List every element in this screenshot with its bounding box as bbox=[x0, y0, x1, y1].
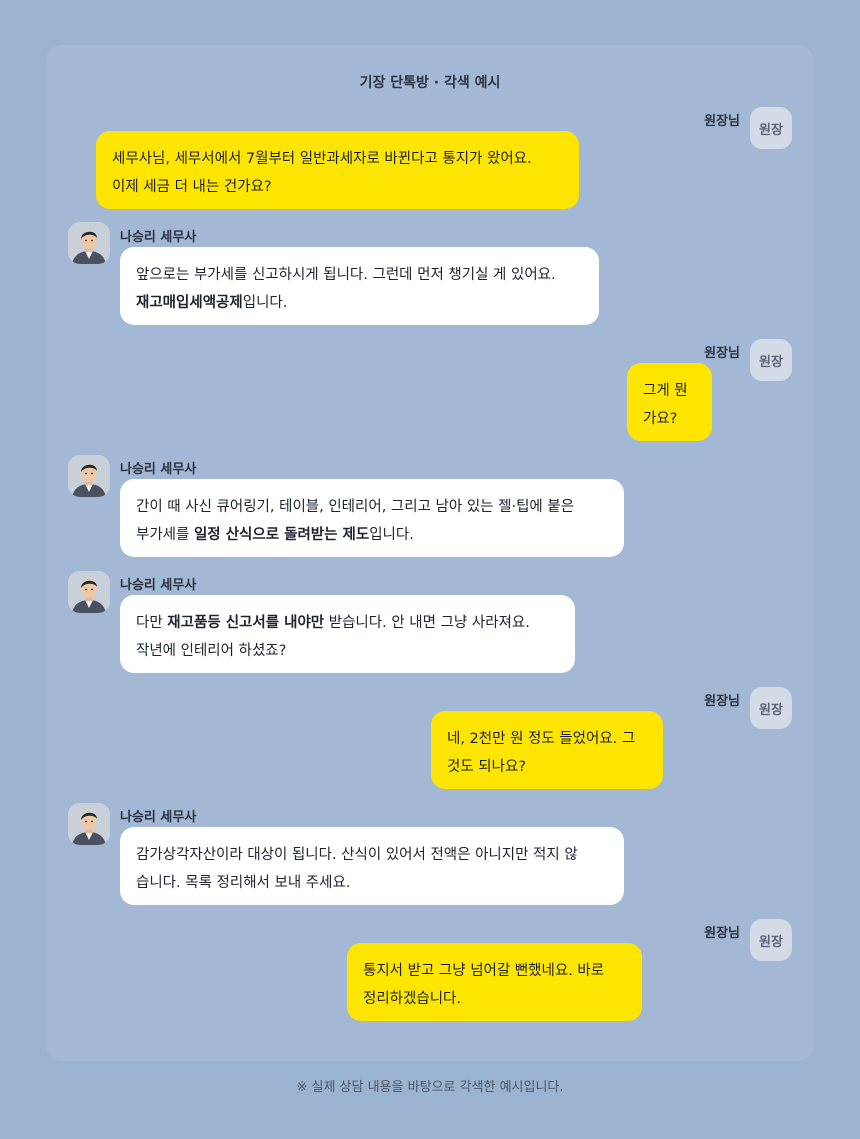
message-line: 정리하겠습니다. bbox=[363, 985, 626, 1013]
message-line: 통지서 받고 그냥 넘어갈 뻔했네요. 바로 bbox=[363, 957, 626, 985]
avatar-owner[interactable]: 원장 bbox=[750, 919, 792, 961]
message-line: 부가세를 일정 산식으로 돌려받는 제도입니다. bbox=[136, 521, 608, 549]
sender-name-owner: 원장님 bbox=[704, 346, 740, 361]
message-bubble-owner: 네, 2천만 원 정도 들었어요. 그것도 되나요? bbox=[431, 711, 663, 789]
message-text: 그게 뭔 bbox=[643, 383, 688, 399]
message-text: 네, 2천만 원 정도 들었어요. 그 bbox=[447, 731, 636, 747]
message-text: 감가상각자산이라 대상이 됩니다. 산식이 있어서 전액은 아니지만 적지 않 bbox=[136, 847, 578, 863]
avatar-accountant[interactable] bbox=[68, 571, 110, 613]
message-text: 입니다. bbox=[369, 527, 414, 543]
message-line: 세무사님, 세무서에서 7월부터 일반과세자로 바뀐다고 통지가 왔어요. bbox=[112, 145, 563, 173]
message-line: 재고매입세액공제입니다. bbox=[136, 289, 583, 317]
sender-name-owner: 원장님 bbox=[704, 694, 740, 709]
message-text: 이제 세금 더 내는 건가요? bbox=[112, 179, 272, 195]
message-text: 정리하겠습니다. bbox=[363, 991, 461, 1007]
message-bubble-accountant: 감가상각자산이라 대상이 됩니다. 산식이 있어서 전액은 아니지만 적지 않습… bbox=[120, 827, 624, 905]
message-text: 세무사님, 세무서에서 7월부터 일반과세자로 바뀐다고 통지가 왔어요. bbox=[112, 151, 532, 167]
sender-name-owner: 원장님 bbox=[704, 114, 740, 129]
message-text: 간이 때 사신 큐어링기, 테이블, 인테리어, 그리고 남아 있는 젤·팁에 … bbox=[136, 499, 575, 515]
message-text: 가요? bbox=[643, 411, 678, 427]
message-text-emphasis: 일정 산식으로 돌려받는 제도 bbox=[193, 527, 370, 543]
message-text: 받습니다. 안 내면 그냥 사라져요. bbox=[324, 615, 530, 631]
avatar-accountant[interactable] bbox=[68, 803, 110, 845]
message-line: 작년에 인테리어 하셨죠? bbox=[136, 637, 559, 665]
avatar-accountant[interactable] bbox=[68, 455, 110, 497]
avatar-owner[interactable]: 원장 bbox=[750, 687, 792, 729]
message-text: 앞으로는 부가세를 신고하시게 됩니다. 그런데 먼저 챙기실 게 있어요. bbox=[136, 267, 556, 283]
message-text-emphasis: 재고품등 신고서를 내야만 bbox=[167, 615, 325, 631]
message-text: 입니다. bbox=[242, 295, 288, 311]
sender-name-accountant: 나승리 세무사 bbox=[120, 578, 197, 593]
avatar-owner[interactable]: 원장 bbox=[750, 339, 792, 381]
sender-name-accountant: 나승리 세무사 bbox=[120, 230, 197, 245]
message-bubble-owner: 세무사님, 세무서에서 7월부터 일반과세자로 바뀐다고 통지가 왔어요. 이제 … bbox=[96, 131, 579, 209]
message-text: 통지서 받고 그냥 넘어갈 뻔했네요. 바로 bbox=[363, 963, 605, 979]
message-line: 습니다. 목록 정리해서 보내 주세요. bbox=[136, 869, 608, 897]
avatar-accountant[interactable] bbox=[68, 222, 110, 264]
message-text: 부가세를 bbox=[136, 527, 194, 543]
message-line: 네, 2천만 원 정도 들었어요. 그 bbox=[447, 725, 647, 753]
message-bubble-owner: 통지서 받고 그냥 넘어갈 뻔했네요. 바로정리하겠습니다. bbox=[347, 943, 642, 1021]
message-text: 습니다. 목록 정리해서 보내 주세요. bbox=[136, 875, 351, 891]
message-bubble-owner: 그게 뭔가요? bbox=[627, 363, 712, 441]
message-line: 감가상각자산이라 대상이 됩니다. 산식이 있어서 전액은 아니지만 적지 않 bbox=[136, 841, 608, 869]
message-bubble-accountant: 앞으로는 부가세를 신고하시게 됩니다. 그런데 먼저 챙기실 게 있어요. 재고… bbox=[120, 247, 599, 325]
message-line: 것도 되나요? bbox=[447, 753, 647, 781]
message-line: 가요? bbox=[643, 405, 696, 433]
message-text: 작년에 인테리어 하셨죠? bbox=[136, 643, 287, 659]
message-line: 다만 재고품등 신고서를 내야만 받습니다. 안 내면 그냥 사라져요. bbox=[136, 609, 559, 637]
message-line: 그게 뭔 bbox=[643, 377, 696, 405]
sender-name-accountant: 나승리 세무사 bbox=[120, 810, 197, 825]
message-line: 간이 때 사신 큐어링기, 테이블, 인테리어, 그리고 남아 있는 젤·팁에 … bbox=[136, 493, 608, 521]
message-bubble-accountant: 간이 때 사신 큐어링기, 테이블, 인테리어, 그리고 남아 있는 젤·팁에 … bbox=[120, 479, 624, 557]
message-text-emphasis: 재고매입세액공제 bbox=[136, 295, 243, 311]
chat-title: 기장 단톡방 · 각색 예시 bbox=[359, 75, 501, 91]
message-bubble-accountant: 다만 재고품등 신고서를 내야만 받습니다. 안 내면 그냥 사라져요. 작년에 … bbox=[120, 595, 575, 673]
message-text: 다만 bbox=[136, 615, 168, 631]
sender-name-accountant: 나승리 세무사 bbox=[120, 462, 197, 477]
message-line: 앞으로는 부가세를 신고하시게 됩니다. 그런데 먼저 챙기실 게 있어요. bbox=[136, 261, 583, 289]
sender-name-owner: 원장님 bbox=[704, 926, 740, 941]
avatar-owner[interactable]: 원장 bbox=[750, 107, 792, 149]
message-line: 이제 세금 더 내는 건가요? bbox=[112, 173, 563, 201]
footnote: ※ 실제 상담 내용을 바탕으로 각색한 예시입니다. bbox=[296, 1080, 564, 1095]
message-text: 것도 되나요? bbox=[447, 759, 527, 775]
